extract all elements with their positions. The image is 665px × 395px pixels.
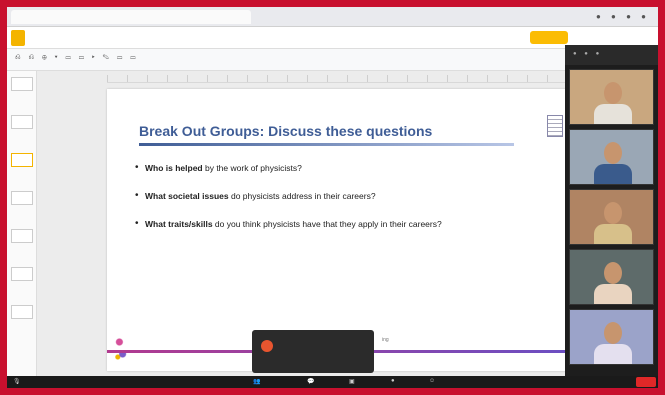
screen-frame: ● ● ● ● ⎌ ⎌ ⊕ ▾ ▭ ▭ ▸ ✎ ▭ ▭ Break Out Gr…: [7, 7, 658, 388]
participant-face: [604, 142, 622, 164]
title-underline: [139, 143, 514, 146]
zoom-control-bar: 🎙 👥 💬 ▣ ● ☺: [7, 376, 658, 388]
slide-thumbnail[interactable]: [11, 267, 33, 281]
bullet-bold-text: Who is helped: [145, 163, 203, 173]
slides-header: [7, 27, 658, 49]
mute-icon[interactable]: 🎙: [13, 378, 21, 385]
slide-corner-decoration: [113, 333, 129, 363]
reactions-icon[interactable]: ☺: [429, 378, 435, 384]
slide-thumbnail[interactable]: [11, 115, 33, 129]
bullet-text: do you think physicists have that they a…: [212, 219, 442, 229]
bullet-point[interactable]: Who is helped by the work of physicists?: [135, 162, 302, 173]
slide-logo-icon: [547, 115, 563, 137]
participant-face: [604, 202, 622, 224]
formatting-toolbar: ⎌ ⎌ ⊕ ▾ ▭ ▭ ▸ ✎ ▭ ▭: [7, 49, 658, 71]
participant-video[interactable]: [569, 189, 654, 245]
zoom-notification[interactable]: [252, 330, 374, 373]
slide-thumbnail[interactable]: [11, 77, 33, 91]
toolbar-icons[interactable]: ⎌ ⎌ ⊕ ▾ ▭ ▭ ▸ ✎ ▭ ▭: [15, 54, 139, 62]
participant-video[interactable]: [569, 69, 654, 125]
bullet-bold-text: What traits/skills: [145, 219, 213, 229]
record-icon[interactable]: ●: [391, 378, 395, 384]
participant-video[interactable]: [569, 309, 654, 365]
gallery-controls[interactable]: ● ● ●: [573, 51, 602, 57]
end-meeting-button[interactable]: [636, 377, 656, 387]
slide-filmstrip: [7, 71, 37, 376]
slide-thumbnail[interactable]: [11, 191, 33, 205]
participant-body: [594, 344, 632, 364]
current-slide[interactable]: Break Out Groups: Discuss these question…: [107, 89, 577, 371]
participant-body: [594, 224, 632, 244]
video-gallery: ● ● ●: [565, 45, 658, 376]
participant-body: [594, 284, 632, 304]
participant-face: [604, 82, 622, 104]
browser-tab[interactable]: [11, 10, 251, 24]
present-button[interactable]: [530, 31, 568, 44]
participant-video[interactable]: [569, 129, 654, 185]
participants-icon[interactable]: 👥: [253, 378, 260, 385]
bullet-bold-text: What societal issues: [145, 191, 229, 201]
slide-thumbnail[interactable]: [11, 153, 33, 167]
bullet-point[interactable]: What societal issues do physicists addre…: [135, 190, 376, 201]
recording-icon: [261, 340, 273, 352]
share-screen-icon[interactable]: ▣: [349, 378, 355, 385]
participant-face: [604, 262, 622, 284]
participant-video[interactable]: [569, 249, 654, 305]
slide-footer-text: ing: [382, 337, 389, 343]
gallery-header: ● ● ●: [565, 45, 658, 65]
slides-logo-icon[interactable]: [11, 30, 25, 46]
horizontal-ruler: [107, 75, 567, 83]
slide-title[interactable]: Break Out Groups: Discuss these question…: [139, 123, 432, 139]
participant-body: [594, 104, 632, 124]
chat-icon[interactable]: 💬: [307, 378, 314, 385]
bullet-text: do physicists address in their careers?: [228, 191, 376, 201]
slide-thumbnail[interactable]: [11, 229, 33, 243]
browser-tab-bar: ● ● ● ●: [7, 7, 658, 27]
browser-window-controls[interactable]: ● ● ● ●: [596, 12, 650, 21]
participant-face: [604, 322, 622, 344]
bullet-text: by the work of physicists?: [202, 163, 302, 173]
slide-thumbnail[interactable]: [11, 305, 33, 319]
participant-body: [594, 164, 632, 184]
bullet-point[interactable]: What traits/skills do you think physicis…: [135, 218, 442, 229]
